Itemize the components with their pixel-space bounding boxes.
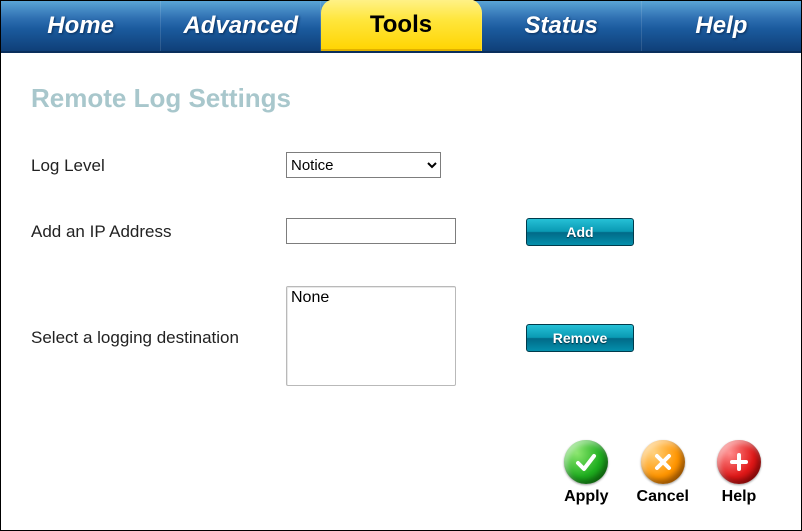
add-button[interactable]: Add (526, 218, 634, 246)
tab-label: Home (47, 12, 114, 40)
plus-icon (717, 440, 761, 484)
label-destination: Select a logging destination (31, 286, 286, 348)
main-tabs: Home Advanced Tools Status Help (1, 1, 801, 53)
button-label: Remove (553, 330, 607, 346)
destination-list[interactable]: None (286, 286, 456, 386)
destination-item[interactable]: None (289, 289, 453, 308)
tab-advanced[interactable]: Advanced (161, 1, 321, 51)
cancel-button[interactable]: Cancel (637, 440, 689, 506)
footer-actions: Apply Cancel Help (564, 440, 761, 506)
button-label: Add (566, 224, 593, 240)
label-add-ip: Add an IP Address (31, 218, 286, 242)
tab-label: Tools (370, 11, 432, 39)
tab-label: Status (525, 12, 598, 40)
page-title: Remote Log Settings (31, 83, 761, 114)
apply-button[interactable]: Apply (564, 440, 608, 506)
check-icon (564, 440, 608, 484)
ip-address-input[interactable] (286, 218, 456, 244)
content-area: Remote Log Settings Log Level Notice Add… (1, 53, 801, 446)
help-button[interactable]: Help (717, 440, 761, 506)
tab-label: Help (695, 12, 747, 40)
tab-home[interactable]: Home (1, 1, 161, 51)
close-icon (641, 440, 685, 484)
tab-help[interactable]: Help (642, 1, 801, 51)
row-add-ip: Add an IP Address Add (31, 218, 761, 246)
cancel-label: Cancel (637, 488, 689, 506)
log-level-select[interactable]: Notice (286, 152, 441, 178)
row-log-level: Log Level Notice (31, 152, 761, 178)
row-destination: Select a logging destination None Remove (31, 286, 761, 386)
remove-button[interactable]: Remove (526, 324, 634, 352)
label-log-level: Log Level (31, 152, 286, 176)
tab-tools[interactable]: Tools (321, 0, 481, 51)
apply-label: Apply (564, 488, 608, 506)
tab-status[interactable]: Status (482, 1, 642, 51)
tab-label: Advanced (183, 12, 298, 40)
help-label: Help (722, 488, 757, 506)
